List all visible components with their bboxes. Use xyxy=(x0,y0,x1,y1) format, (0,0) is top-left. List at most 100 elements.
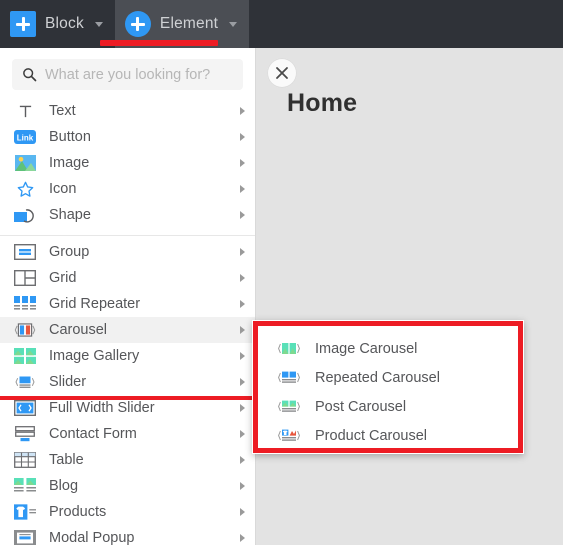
app-root: Block Element Home What are you looking … xyxy=(0,0,563,545)
chevron-right-icon xyxy=(240,300,245,308)
close-x-icon xyxy=(276,67,288,79)
submenu-item-label: Product Carousel xyxy=(315,427,428,444)
submenu-item-label: Post Carousel xyxy=(315,398,407,415)
menu-item-label: Products xyxy=(49,504,107,520)
element-picker-panel: Text Link Button xyxy=(0,48,256,545)
chevron-right-icon xyxy=(240,352,245,360)
image-gallery-icon xyxy=(14,346,36,366)
chevron-right-icon xyxy=(240,274,245,282)
search-input[interactable] xyxy=(45,66,233,83)
menu-item-shape[interactable]: Shape xyxy=(0,202,255,228)
chevron-right-icon xyxy=(240,326,245,334)
menu-item-label: Slider xyxy=(49,374,87,390)
chevron-right-icon xyxy=(240,185,245,193)
menu-item-image-gallery[interactable]: Image Gallery xyxy=(0,343,255,369)
menu-item-label: Image xyxy=(49,155,90,171)
slider-icon xyxy=(14,372,36,392)
submenu-item-image-carousel[interactable]: Image Carousel xyxy=(258,334,518,363)
product-carousel-icon xyxy=(276,426,302,446)
menu-item-slider[interactable]: Slider xyxy=(0,369,255,395)
menu-item-blog[interactable]: Blog xyxy=(0,473,255,499)
menu-item-table[interactable]: Table xyxy=(0,447,255,473)
chevron-right-icon xyxy=(240,107,245,115)
menu-item-image[interactable]: Image xyxy=(0,150,255,176)
plus-square-icon xyxy=(10,11,36,37)
shape-icon xyxy=(14,205,36,225)
contact-form-icon xyxy=(14,424,36,444)
search-icon xyxy=(23,68,37,82)
menu-item-label: Group xyxy=(49,244,90,260)
carousel-submenu: Image Carousel Repeated Carousel Post Ca… xyxy=(253,321,523,453)
menu-item-label: Text xyxy=(49,103,76,119)
search-container xyxy=(0,48,255,98)
close-panel-button[interactable] xyxy=(267,58,297,88)
chevron-right-icon xyxy=(240,404,245,412)
image-icon xyxy=(14,153,36,173)
carousel-row-highlight-underline xyxy=(0,396,255,400)
menu-item-label: Shape xyxy=(49,207,91,223)
post-carousel-icon xyxy=(276,397,302,417)
submenu-item-repeated-carousel[interactable]: Repeated Carousel xyxy=(258,363,518,392)
menu-item-carousel[interactable]: Carousel xyxy=(0,317,255,343)
svg-text:Link: Link xyxy=(17,133,34,142)
menu-item-label: Contact Form xyxy=(49,426,137,442)
menu-item-products[interactable]: Products xyxy=(0,499,255,525)
menu-item-label: Button xyxy=(49,129,91,145)
grid-icon xyxy=(14,268,36,288)
menu-group-divider xyxy=(0,235,255,236)
products-icon xyxy=(14,502,36,522)
menu-item-group[interactable]: Group xyxy=(0,239,255,265)
chevron-right-icon xyxy=(240,248,245,256)
modal-popup-icon xyxy=(14,528,36,545)
menu-item-label: Image Gallery xyxy=(49,348,140,364)
repeated-carousel-icon xyxy=(276,368,302,388)
link-button-icon: Link xyxy=(14,127,36,147)
grid-repeater-icon xyxy=(14,294,36,314)
top-toolbar: Block Element xyxy=(0,0,563,48)
menu-item-grid[interactable]: Grid xyxy=(0,265,255,291)
add-block-button[interactable]: Block xyxy=(0,0,115,48)
menu-group-layout: Group Grid Grid Repeater Carousel Image … xyxy=(0,239,255,545)
menu-item-label: Grid xyxy=(49,270,77,286)
chevron-right-icon xyxy=(240,430,245,438)
table-icon xyxy=(14,450,36,470)
blog-icon xyxy=(14,476,36,496)
full-width-slider-icon xyxy=(14,398,36,418)
chevron-right-icon xyxy=(240,508,245,516)
menu-item-grid-repeater[interactable]: Grid Repeater xyxy=(0,291,255,317)
menu-item-icon[interactable]: Icon xyxy=(0,176,255,202)
menu-item-label: Modal Popup xyxy=(49,530,135,545)
add-block-label: Block xyxy=(45,15,84,32)
text-t-icon xyxy=(14,101,36,121)
chevron-right-icon xyxy=(240,456,245,464)
menu-item-label: Table xyxy=(49,452,84,468)
menu-item-label: Full Width Slider xyxy=(49,400,155,416)
element-button-highlight-underline xyxy=(100,40,218,46)
chevron-right-icon xyxy=(240,159,245,167)
menu-item-modal-popup[interactable]: Modal Popup xyxy=(0,525,255,545)
submenu-item-label: Image Carousel xyxy=(315,340,418,357)
menu-group-basic: Text Link Button Image Icon Shape xyxy=(0,98,255,228)
chevron-right-icon xyxy=(240,534,245,542)
chevron-right-icon xyxy=(240,133,245,141)
menu-item-label: Grid Repeater xyxy=(49,296,141,312)
chevron-right-icon xyxy=(240,211,245,219)
plus-circle-icon xyxy=(124,11,151,37)
menu-item-label: Blog xyxy=(49,478,79,494)
submenu-item-product-carousel[interactable]: Product Carousel xyxy=(258,421,518,450)
add-element-label: Element xyxy=(159,15,219,32)
menu-item-text[interactable]: Text xyxy=(0,98,255,124)
chevron-right-icon xyxy=(240,482,245,490)
menu-item-button[interactable]: Link Button xyxy=(0,124,255,150)
star-icon xyxy=(14,179,36,199)
submenu-item-label: Repeated Carousel xyxy=(315,369,440,386)
menu-item-contact-form[interactable]: Contact Form xyxy=(0,421,255,447)
image-carousel-icon xyxy=(276,339,302,359)
submenu-item-post-carousel[interactable]: Post Carousel xyxy=(258,392,518,421)
menu-item-label: Icon xyxy=(49,181,77,197)
chevron-down-icon xyxy=(94,21,103,27)
carousel-icon xyxy=(14,320,36,340)
chevron-right-icon xyxy=(240,378,245,386)
search-box[interactable] xyxy=(12,59,243,90)
page-canvas: Home xyxy=(256,48,563,545)
